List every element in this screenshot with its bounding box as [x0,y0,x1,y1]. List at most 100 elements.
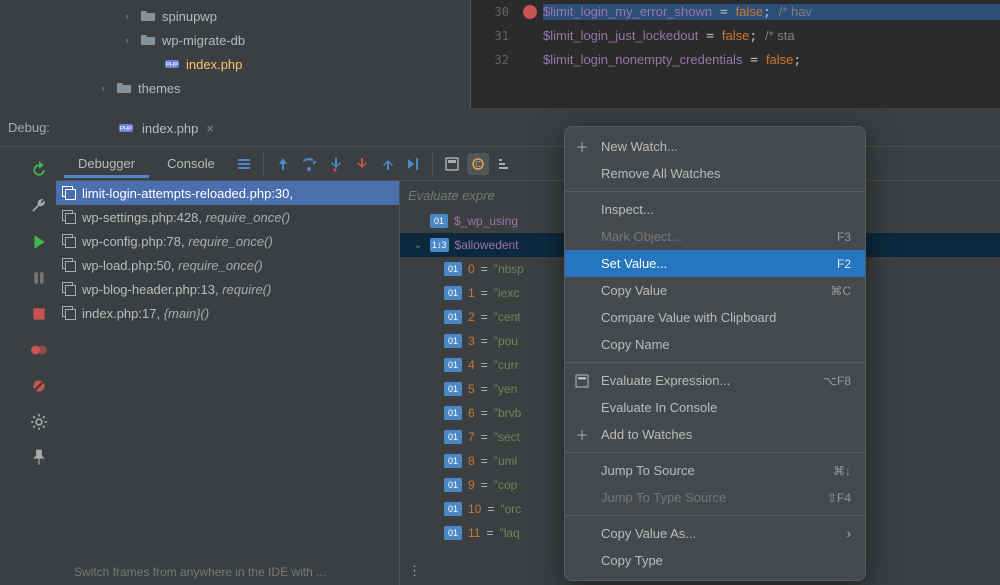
menu-item[interactable]: Inspect... [565,196,865,223]
wrench-icon[interactable] [30,197,48,215]
resume-icon[interactable] [30,233,48,251]
step-into-icon[interactable] [324,153,346,175]
menu-item[interactable]: Remove All Watches [565,160,865,187]
frame-text: wp-load.php:50, require_once() [82,258,263,273]
mute-breakpoints-icon[interactable] [30,377,48,395]
menu-shortcut: F2 [837,257,851,271]
force-step-into-icon[interactable] [350,153,372,175]
variable-index: 8 [468,454,475,468]
chevron-icon: › [120,11,134,22]
type-badge: 01 [430,214,448,228]
settings-icon[interactable] [30,413,48,431]
stack-frame-icon [62,234,76,248]
debug-tab-title: index.php [142,121,198,136]
show-execution-icon[interactable] [272,153,294,175]
menu-item-label: Copy Name [601,337,851,352]
breakpoint-icon[interactable] [523,5,537,19]
menu-item[interactable]: Copy Value As...› [565,520,865,547]
menu-item[interactable]: Set Value...F2 [565,250,865,277]
menu-item[interactable]: Copy Value⌘C [565,277,865,304]
variable-index: 9 [468,478,475,492]
variable-value: "orc [500,502,521,516]
view-breakpoints-icon[interactable] [30,341,48,359]
menu-item-label: Copy Value As... [601,526,837,541]
variable-value: "sect [494,430,520,444]
tree-item[interactable]: ›spinupwp [0,4,470,28]
stop-icon[interactable] [30,305,48,323]
run-to-cursor-icon[interactable] [402,153,424,175]
breakpoint-gutter[interactable] [517,5,543,19]
variable-index: 5 [468,382,475,396]
trace-icon[interactable]: C [467,153,489,175]
step-over-icon[interactable] [298,153,320,175]
editor-line[interactable]: 31 $limit_login_just_lockedout = false; … [471,24,1000,48]
menu-item[interactable]: Evaluate In Console [565,394,865,421]
frame-row[interactable]: index.php:17, {main}() [56,301,399,325]
frame-row[interactable]: wp-blog-header.php:13, require() [56,277,399,301]
editor-line[interactable]: 30 $limit_login_my_error_shown = false; … [471,0,1000,24]
tab-debugger[interactable]: Debugger [64,150,149,177]
editor[interactable]: 30 $limit_login_my_error_shown = false; … [470,0,1000,108]
variable-value: "pou [494,334,518,348]
php-icon: PHP [164,56,180,72]
variable-index: 7 [468,430,475,444]
evaluate-icon[interactable] [441,153,463,175]
menu-item[interactable]: Copy Name [565,331,865,358]
menu-item[interactable]: Evaluate Expression...⌥F8 [565,367,865,394]
type-badge: 01 [444,454,462,468]
tree-item[interactable]: ›wp-migrate-db [0,28,470,52]
tree-label: wp-migrate-db [162,33,245,48]
variable-value: "yen [494,382,518,396]
type-badge: 01 [444,382,462,396]
editor-line[interactable]: 32 $limit_login_nonempty_credentials = f… [471,48,1000,72]
stack-frame-icon [62,258,76,272]
menu-shortcut: ⇧F4 [827,491,851,505]
step-out-icon[interactable] [376,153,398,175]
menu-item[interactable]: ＋Add to Watches [565,421,865,448]
svg-text:PHP: PHP [166,63,178,69]
rerun-icon[interactable] [30,161,48,179]
menu-item[interactable]: Jump To Source ⌘↓ [565,457,865,484]
tab-console[interactable]: Console [153,150,229,177]
frame-row[interactable]: limit-login-attempts-reloaded.php:30, [56,181,399,205]
pin-icon[interactable] [30,449,48,467]
context-menu[interactable]: ＋New Watch...Remove All Watches Inspect..… [564,126,866,581]
tree-item[interactable]: PHPindex.php [0,52,470,76]
variable-index: 0 [468,262,475,276]
frame-row[interactable]: wp-load.php:50, require_once() [56,253,399,277]
variable-value: "uml [494,454,518,468]
stack-frame-icon [62,186,76,200]
menu-item[interactable]: Compare Value with Clipboard [565,304,865,331]
type-badge: 01 [444,478,462,492]
variable-value: "curr [494,358,519,372]
menu-item[interactable]: Copy Type [565,547,865,574]
chevron-icon: ⌄ [412,240,424,251]
menu-item-label: Jump To Source [601,463,823,478]
frame-row[interactable]: wp-settings.php:428, require_once() [56,205,399,229]
frame-row[interactable]: wp-config.php:78, require_once() [56,229,399,253]
menu-item: Mark Object...F3 [565,223,865,250]
menu-item-icon: ＋ [573,425,591,444]
project-tree[interactable]: ›spinupwp›wp-migrate-dbPHPindex.php›them… [0,0,470,108]
folder-icon [140,32,156,48]
threads-icon[interactable] [233,153,255,175]
frames-panel[interactable]: limit-login-attempts-reloaded.php:30,wp-… [56,181,400,585]
type-badge: 01 [444,406,462,420]
close-icon[interactable]: × [206,121,214,136]
type-badge: 01 [444,310,462,324]
menu-separator [565,362,865,363]
variable-name: $allowedent [455,238,519,252]
folder-icon [116,80,132,96]
tree-item[interactable]: ›themes [0,76,470,100]
pause-icon[interactable] [30,269,48,287]
stack-frame-icon [62,306,76,320]
variable-index: 6 [468,406,475,420]
sort-icon[interactable] [493,153,515,175]
type-badge: 01 [444,286,462,300]
menu-shortcut: ⌘↓ [833,464,851,478]
menu-item[interactable]: ＋New Watch... [565,133,865,160]
code-text: $limit_login_nonempty_credentials = fals… [543,52,1000,68]
variable-index: 4 [468,358,475,372]
debug-session-tab[interactable]: PHP index.php × [110,112,222,144]
frames-menu-icon[interactable]: ⋮ [408,563,421,579]
